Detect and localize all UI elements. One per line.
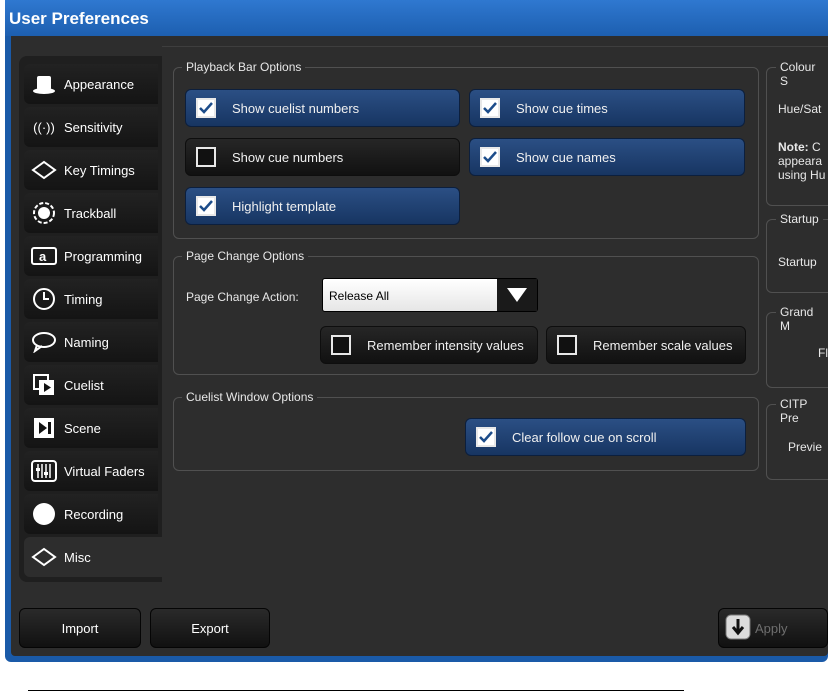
tab-cuelist[interactable]: Cuelist [24,365,158,405]
title-bar: User Preferences [5,0,828,36]
export-button[interactable]: Export [150,608,270,648]
remember-scale-checkbox[interactable]: Remember scale values [546,326,746,364]
tab-label: Cuelist [64,377,104,393]
checkbox-unchecked-icon [557,335,577,355]
svg-text:a: a [39,249,47,264]
signal-icon: ((·)) [33,119,55,135]
scene-icon [30,414,58,442]
tab-label: Misc [64,549,91,565]
window-title: User Preferences [9,9,149,28]
grand-master-title: Grand M [776,305,828,333]
checkbox-label: Show cue times [516,100,608,116]
tab-label: Timing [64,291,103,307]
note-line-3: using Hu [778,168,826,182]
citp-preview-label: Previe [788,440,823,454]
checkbox-label: Show cue numbers [232,149,344,165]
remember-intensity-checkbox[interactable]: Remember intensity values [320,326,538,364]
show-cuelist-numbers-checkbox[interactable]: Show cuelist numbers [185,89,460,127]
import-button[interactable]: Import [19,608,141,648]
tab-label: Scene [64,420,101,436]
tab-timing[interactable]: Timing [24,279,158,319]
note-text: Note: C [778,140,821,154]
note-line-2: appeara [778,154,823,168]
checkbox-label: Show cue names [516,149,616,165]
chevron-down-icon [497,279,537,311]
tab-label: Recording [64,506,124,522]
tab-programming[interactable]: a Programming [24,236,158,276]
clear-follow-cue-checkbox[interactable]: Clear follow cue on scroll [465,418,746,456]
tab-label: Appearance [64,76,135,92]
select-value: Release All [329,289,390,303]
cuelist-window-title: Cuelist Window Options [182,390,318,404]
show-cue-numbers-checkbox[interactable]: Show cue numbers [185,138,460,176]
clock-icon [30,285,58,313]
export-label: Export [191,620,229,636]
checkbox-label: Remember scale values [593,337,733,353]
startup-title: Startup [776,212,823,226]
tab-label: Programming [64,248,143,264]
keyboard-icon [30,156,58,184]
checkbox-checked-icon [476,427,496,447]
citp-title: CITP Pre [776,397,828,425]
checkbox-label: Show cuelist numbers [232,100,360,116]
apply-label: Apply [755,620,788,636]
playback-bar-title: Playback Bar Options [182,60,306,74]
checkbox-label: Highlight template [232,198,337,214]
checkbox-checked-icon [480,147,500,167]
tab-label: Trackball [64,205,117,221]
startup-label: Startup [778,255,817,269]
record-icon [30,500,58,528]
download-arrow-icon [725,614,751,643]
checkbox-unchecked-icon [196,147,216,167]
tab-label: Sensitivity [64,119,123,135]
checkbox-unchecked-icon [331,335,351,355]
tab-trackball[interactable]: Trackball [24,193,158,233]
tab-naming[interactable]: Naming [24,322,158,362]
tab-label: Naming [64,334,109,350]
highlight-template-checkbox[interactable]: Highlight template [185,187,460,225]
checkbox-checked-icon [196,196,216,216]
note-bold: Note: [778,140,809,154]
tab-key-timings[interactable]: Key Timings [24,150,158,190]
hat-icon [30,70,58,98]
note-rest: C [808,140,821,154]
tab-recording[interactable]: Recording [24,494,158,534]
cuelist-icon [30,371,58,399]
checkbox-label: Remember intensity values [367,337,524,353]
checkbox-checked-icon [480,98,500,118]
speech-bubble-icon [30,328,58,356]
show-cue-times-checkbox[interactable]: Show cue times [469,89,745,127]
tab-misc[interactable]: Misc [24,537,164,577]
grand-master-label: Fl [818,346,828,360]
tab-scene[interactable]: Scene [24,408,158,448]
hue-sat-label: Hue/Sat [778,102,822,116]
checkbox-label: Clear follow cue on scroll [512,429,657,445]
page-change-action-select[interactable]: Release All [322,278,538,312]
trackball-icon [30,199,58,227]
tab-appearance[interactable]: Appearance [24,64,158,104]
import-label: Import [61,620,99,636]
checkbox-checked-icon [196,98,216,118]
tab-virtual-faders[interactable]: Virtual Faders [24,451,158,491]
apply-button[interactable]: Apply [718,608,828,648]
tab-label: Virtual Faders [64,463,145,479]
page-change-action-label: Page Change Action: [186,290,299,304]
page-change-title: Page Change Options [182,249,309,263]
misc-icon [30,543,58,571]
colour-title: Colour S [776,60,828,88]
programming-icon: a [30,242,58,270]
show-cue-names-checkbox[interactable]: Show cue names [469,138,745,176]
divider-line [28,690,684,691]
faders-icon [30,457,58,485]
tab-label: Key Timings [64,162,135,178]
tab-sensitivity[interactable]: ((·)) Sensitivity [24,107,158,147]
